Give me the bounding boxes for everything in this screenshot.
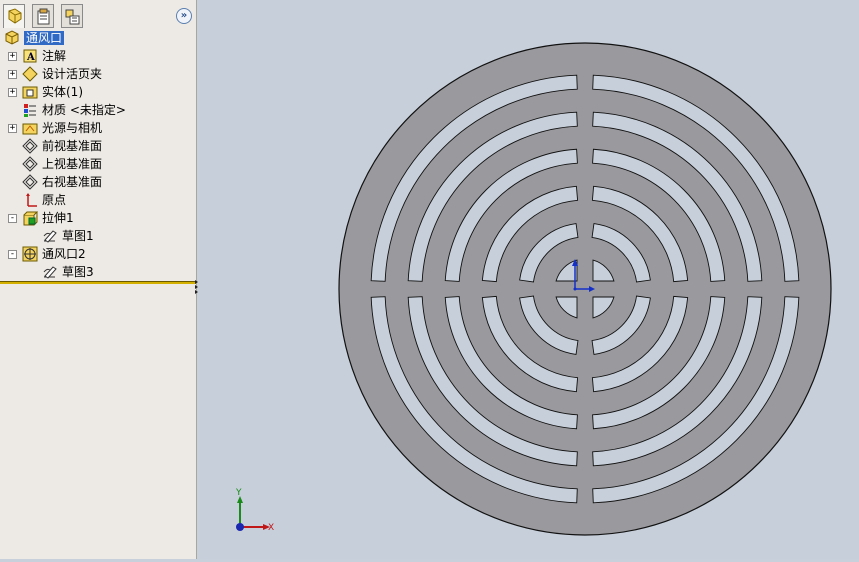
- configuration-manager-icon: [65, 9, 80, 25]
- material-icon: [24, 104, 36, 117]
- tree-item[interactable]: 前视基准面: [0, 137, 196, 155]
- tree-item[interactable]: 草图3: [0, 263, 196, 281]
- plane-icon: [22, 156, 38, 172]
- plane-icon: [22, 174, 38, 190]
- tree-item-label: 通风口: [24, 31, 65, 45]
- expand-icon[interactable]: +: [8, 52, 17, 61]
- splitter-grip-icon[interactable]: [194, 278, 199, 294]
- vent-part-model[interactable]: Y X: [200, 0, 859, 559]
- collapse-icon[interactable]: -: [8, 250, 17, 259]
- property-manager-icon: [37, 8, 50, 25]
- tree-item[interactable]: 右视基准面: [0, 173, 196, 191]
- plane-icon: [22, 138, 38, 154]
- tree-item[interactable]: + 光源与相机: [0, 119, 196, 137]
- axis-triad: Y X: [235, 488, 274, 533]
- tab-property-manager[interactable]: [32, 4, 54, 28]
- feature-tree-icon: [8, 8, 22, 24]
- tree-item[interactable]: 上视基准面: [0, 155, 196, 173]
- tree-item[interactable]: - 通风口2: [0, 245, 196, 263]
- tab-feature-manager[interactable]: [3, 4, 25, 28]
- tree-item-label: 草图1: [62, 229, 94, 243]
- solid-bodies-icon: [22, 86, 38, 99]
- sketch-icon: [43, 230, 57, 243]
- tree-item-label: 光源与相机: [42, 121, 103, 135]
- tree-item[interactable]: 原点: [0, 191, 196, 209]
- collapse-icon[interactable]: -: [8, 214, 17, 223]
- tree-item[interactable]: + A 注解: [0, 47, 196, 65]
- tree-item[interactable]: + 设计活页夹: [0, 65, 196, 83]
- feature-manager-tabs: »: [0, 0, 196, 30]
- origin-icon: [26, 193, 37, 207]
- tree-item-label: 前视基准面: [42, 139, 103, 153]
- lights-cameras-icon: [22, 123, 38, 135]
- tree-item-label: 通风口2: [42, 247, 86, 261]
- design-binder-icon: [22, 66, 38, 82]
- annotations-icon: A: [23, 49, 37, 63]
- tree-item-label: 实体(1): [42, 85, 83, 99]
- tree-item[interactable]: 材质 <未指定>: [0, 101, 196, 119]
- feature-manager-pane: » 通风口 + A 注解 + 设计活页夹 + 实体(1) 材质 <未指定> + 光源与相机前视基准面…: [0, 0, 199, 559]
- graphics-area[interactable]: Y X: [200, 0, 859, 559]
- tree-item-label: 上视基准面: [42, 157, 103, 171]
- rollback-bar[interactable]: [0, 281, 196, 284]
- tree-item-label: 右视基准面: [42, 175, 103, 189]
- tree-item[interactable]: - 拉伸1: [0, 209, 196, 227]
- svg-text:A: A: [26, 52, 35, 63]
- tree-item-label: 草图3: [62, 265, 94, 279]
- expand-icon[interactable]: +: [8, 70, 17, 79]
- tree-item-label: 原点: [42, 193, 67, 207]
- tree-item[interactable]: + 实体(1): [0, 83, 196, 101]
- part-icon: [5, 30, 19, 45]
- expand-icon[interactable]: +: [8, 124, 17, 133]
- vent-icon: [22, 246, 38, 262]
- tree-item-label: 拉伸1: [42, 211, 74, 225]
- triad-x-label: X: [268, 523, 274, 533]
- triad-y-label: Y: [235, 488, 242, 498]
- tab-configuration-manager[interactable]: [61, 4, 83, 28]
- tree-root-item[interactable]: 通风口: [0, 29, 196, 47]
- extrude-icon: [23, 211, 38, 226]
- expand-icon[interactable]: +: [8, 88, 17, 97]
- tree-item-label: 设计活页夹: [42, 67, 103, 81]
- collapse-pane-button[interactable]: »: [176, 8, 192, 24]
- sketch-icon: [43, 266, 57, 279]
- tree-item[interactable]: 草图1: [0, 227, 196, 245]
- tree-item-label: 材质 <未指定>: [42, 103, 126, 117]
- tree-item-label: 注解: [42, 49, 67, 63]
